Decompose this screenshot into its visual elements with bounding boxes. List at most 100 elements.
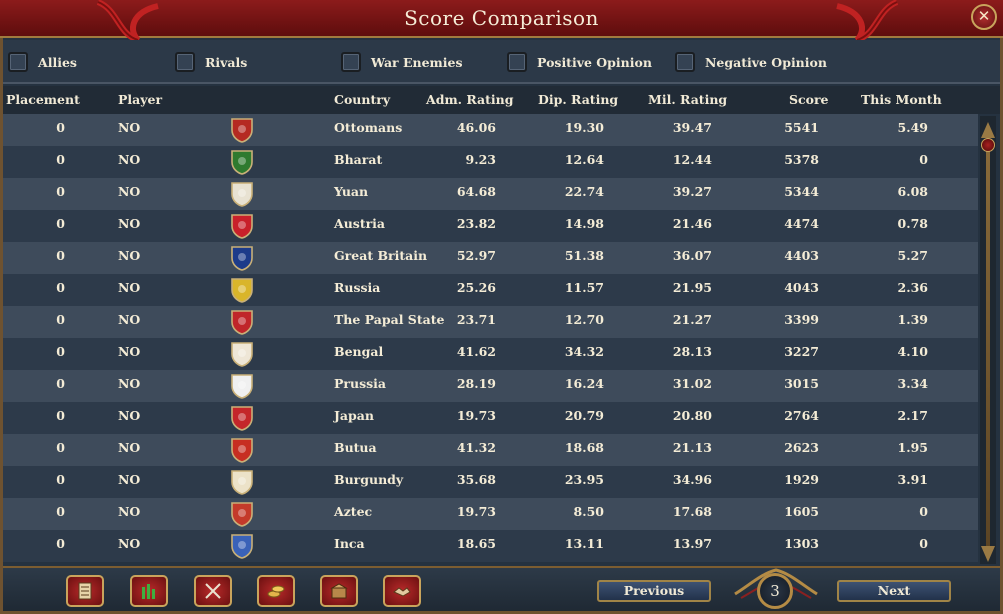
table-row[interactable]: 0 NO Great Britain 52.97 51.38 36.07 4403 5.27 [3,242,978,274]
table-row[interactable]: 0 NO Russia 25.26 11.57 21.95 4043 2.36 [3,274,978,306]
table-row[interactable]: 0 NO Butua 41.32 18.68 21.13 2623 1.95 [3,434,978,466]
header-country[interactable]: Country [334,92,390,107]
player-cell: NO [118,440,141,455]
this-month-cell: 0 [919,536,928,551]
japan-flag-icon[interactable] [230,405,254,431]
country-cell[interactable]: Great Britain [334,248,427,263]
previous-button[interactable]: Previous [597,580,711,602]
scroll-track[interactable] [986,140,990,548]
mil-rating-cell: 12.44 [672,152,712,167]
diplomacy-button[interactable] [383,575,421,607]
adm-rating-cell: 64.68 [456,184,496,199]
inca-flag-icon[interactable] [230,533,254,559]
scroll-down-icon[interactable] [981,546,995,562]
score-cell: 5378 [784,152,819,167]
score-cell: 5344 [784,184,819,199]
table-row[interactable]: 0 NO Japan 19.73 20.79 20.80 2764 2.17 [3,402,978,434]
this-month-cell: 5.27 [897,248,928,263]
country-cell[interactable]: Japan [334,408,374,423]
header-mil-rating[interactable]: Mil. Rating [648,92,727,107]
war-enemies-checkbox[interactable] [341,52,361,72]
table-row[interactable]: 0 NO Prussia 28.19 16.24 31.02 3015 3.34 [3,370,978,402]
this-month-cell: 2.17 [897,408,928,423]
table-row[interactable]: 0 NO Burgundy 35.68 23.95 34.96 1929 3.91 [3,466,978,498]
butua-flag-icon[interactable] [230,437,254,463]
country-cell[interactable]: Austria [334,216,385,231]
table-row[interactable]: 0 NO The Papal State 23.71 12.70 21.27 3399 1.3… [3,306,978,338]
military-button[interactable] [194,575,232,607]
filter-label: Allies [38,54,77,70]
country-cell[interactable]: The Papal State [334,312,444,327]
ottomans-flag-icon[interactable] [230,117,254,143]
papal-state-flag-icon[interactable] [230,309,254,335]
placement-cell: 0 [56,440,65,455]
positive-opinion-checkbox[interactable] [507,52,527,72]
prussia-flag-icon[interactable] [230,373,254,399]
dip-rating-cell: 16.24 [564,376,604,391]
adm-rating-cell: 23.71 [456,312,496,327]
negative-opinion-checkbox[interactable] [675,52,695,72]
austria-flag-icon[interactable] [230,213,254,239]
country-cell[interactable]: Bharat [334,152,382,167]
table-row[interactable]: 0 NO Ottomans 46.06 19.30 39.47 5541 5.49 [3,114,978,146]
close-button[interactable]: ✕ [971,4,997,30]
scroll-thumb[interactable] [981,138,995,152]
close-icon: ✕ [977,7,991,25]
trade-button[interactable] [320,575,358,607]
russia-flag-icon[interactable] [230,277,254,303]
table-row[interactable]: 0 NO Austria 23.82 14.98 21.46 4474 0.78 [3,210,978,242]
placement-cell: 0 [56,120,65,135]
table-row[interactable]: 0 NO Bharat 9.23 12.64 12.44 5378 0 [3,146,978,178]
table-row[interactable]: 0 NO Inca 18.65 13.11 13.97 1303 0 [3,530,978,562]
table-row[interactable]: 0 NO Bengal 41.62 34.32 28.13 3227 4.10 [3,338,978,370]
score-cell: 3399 [784,312,819,327]
header-this-month[interactable]: This Month [861,92,942,107]
yuan-flag-icon[interactable] [230,181,254,207]
placement-cell: 0 [56,472,65,487]
header-adm-rating[interactable]: Adm. Rating [426,92,514,107]
dip-rating-cell: 13.11 [564,536,604,551]
filter-negative-opinion[interactable]: Negative Opinion [675,50,827,74]
bar-chart-button[interactable] [130,575,168,607]
scrollbar[interactable] [980,116,996,564]
filter-rivals[interactable]: Rivals [175,50,247,74]
dip-rating-cell: 23.95 [564,472,604,487]
allies-checkbox[interactable] [8,52,28,72]
country-cell[interactable]: Burgundy [334,472,403,487]
country-cell[interactable]: Inca [334,536,365,551]
page-number: 3 [757,573,793,609]
scroll-up-icon[interactable] [981,122,995,138]
header-dip-rating[interactable]: Dip. Rating [538,92,618,107]
aztec-flag-icon[interactable] [230,501,254,527]
this-month-cell: 1.39 [897,312,928,327]
adm-rating-cell: 25.26 [456,280,496,295]
filter-war-enemies[interactable]: War Enemies [341,50,463,74]
country-cell[interactable]: Russia [334,280,380,295]
economy-button[interactable] [257,575,295,607]
country-cell[interactable]: Bengal [334,344,383,359]
country-cell[interactable]: Aztec [334,504,372,519]
adm-rating-cell: 46.06 [456,120,496,135]
next-button[interactable]: Next [837,580,951,602]
country-cell[interactable]: Ottomans [334,120,402,135]
ledger-button[interactable] [66,575,104,607]
filter-positive-opinion[interactable]: Positive Opinion [507,50,652,74]
header-player[interactable]: Player [118,92,162,107]
bharat-flag-icon[interactable] [230,149,254,175]
great-britain-flag-icon[interactable] [230,245,254,271]
header-score[interactable]: Score [789,92,829,107]
country-cell[interactable]: Butua [334,440,377,455]
table-row[interactable]: 0 NO Aztec 19.73 8.50 17.68 1605 0 [3,498,978,530]
table-row[interactable]: 0 NO Yuan 64.68 22.74 39.27 5344 6.08 [3,178,978,210]
header-placement[interactable]: Placement [6,92,80,107]
this-month-cell: 6.08 [897,184,928,199]
burgundy-flag-icon[interactable] [230,469,254,495]
player-cell: NO [118,280,141,295]
placement-cell: 0 [56,184,65,199]
country-cell[interactable]: Prussia [334,376,386,391]
rivals-checkbox[interactable] [175,52,195,72]
country-cell[interactable]: Yuan [334,184,368,199]
score-cell: 5541 [784,120,819,135]
bengal-flag-icon[interactable] [230,341,254,367]
filter-allies[interactable]: Allies [8,50,77,74]
